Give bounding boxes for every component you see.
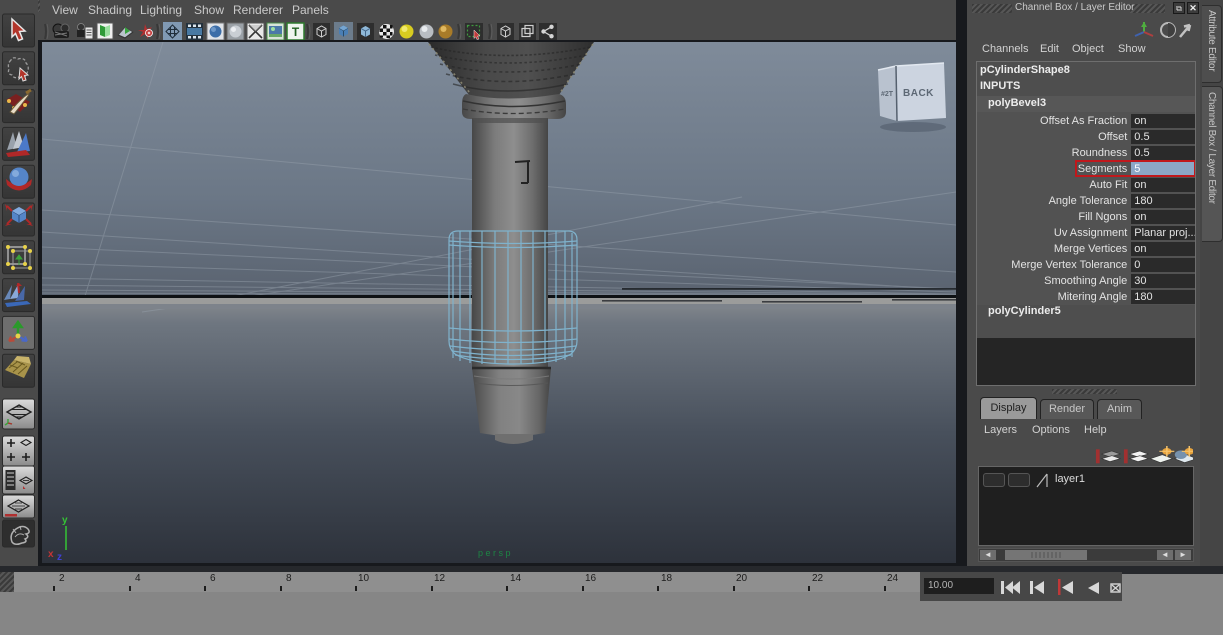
svg-text:T: T: [292, 25, 300, 39]
svg-text:z: z: [57, 552, 62, 563]
svg-text:x: x: [48, 549, 54, 560]
svg-text:BACK: BACK: [903, 88, 934, 99]
svg-text:y: y: [62, 515, 68, 526]
svg-text:#2T: #2T: [881, 91, 894, 98]
svg-text:p e r s p: p e r s p: [478, 548, 511, 558]
